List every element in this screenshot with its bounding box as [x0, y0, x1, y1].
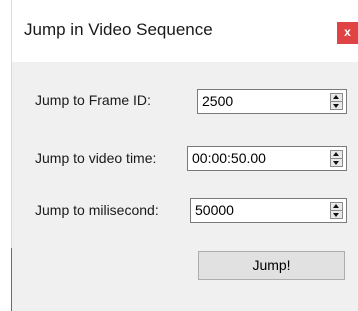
millisecond-spinbox[interactable]: 50000 — [190, 198, 347, 223]
video-time-value[interactable]: 00:00:50.00 — [192, 150, 266, 166]
frame-id-decrement-button[interactable] — [331, 102, 342, 109]
millisecond-label: Jump to milisecond: — [35, 202, 159, 218]
video-time-spin-buttons — [330, 150, 343, 167]
close-button[interactable]: x — [337, 22, 358, 44]
jump-dialog: Jump in Video Sequence x Jump to Frame I… — [11, 0, 358, 311]
frame-id-label: Jump to Frame ID: — [35, 92, 151, 108]
dialog-title: Jump in Video Sequence — [24, 20, 213, 39]
arrow-down-icon — [333, 213, 339, 217]
arrow-down-icon — [333, 161, 339, 165]
millisecond-value[interactable]: 50000 — [195, 202, 234, 218]
arrow-up-icon — [333, 152, 339, 156]
arrow-up-icon — [333, 95, 339, 99]
millisecond-decrement-button[interactable] — [331, 211, 342, 218]
video-time-increment-button[interactable] — [331, 151, 342, 159]
frame-id-spinbox[interactable]: 2500 — [197, 89, 347, 114]
arrow-down-icon — [333, 104, 339, 108]
frame-id-value[interactable]: 2500 — [202, 93, 233, 109]
video-time-spinbox[interactable]: 00:00:50.00 — [187, 146, 347, 171]
millisecond-spin-buttons — [330, 202, 343, 219]
arrow-up-icon — [333, 204, 339, 208]
video-time-label: Jump to video time: — [35, 150, 157, 166]
frame-id-increment-button[interactable] — [331, 94, 342, 102]
title-bar[interactable]: Jump in Video Sequence x — [12, 0, 358, 62]
dialog-body: Jump to Frame ID: 2500 Jump to video tim… — [12, 62, 358, 311]
frame-id-spin-buttons — [330, 93, 343, 110]
jump-button[interactable]: Jump! — [198, 251, 345, 280]
millisecond-increment-button[interactable] — [331, 203, 342, 211]
video-time-decrement-button[interactable] — [331, 159, 342, 166]
